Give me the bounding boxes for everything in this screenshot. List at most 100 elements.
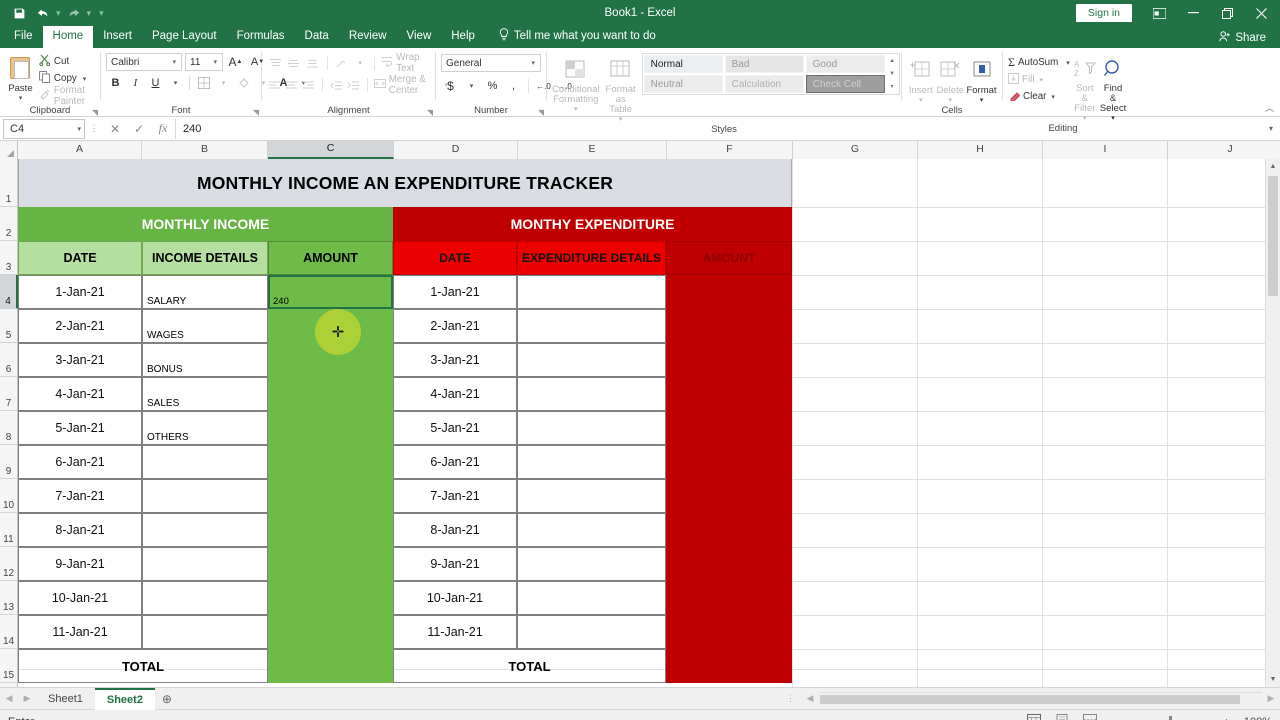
expenditure-header-amount[interactable]: AMOUNT <box>666 241 792 275</box>
expenditure-amount-cell[interactable] <box>666 547 792 581</box>
expenditure-date-cell[interactable]: 8-Jan-21 <box>393 513 517 547</box>
styles-gallery-more-icon[interactable]: ▾ <box>886 81 899 94</box>
next-sheet-icon[interactable]: ▶ <box>18 693 36 704</box>
tab-data[interactable]: Data <box>295 26 339 48</box>
income-amount-cell[interactable] <box>268 479 393 513</box>
font-size-dropdown-icon[interactable]: ▾ <box>210 58 220 66</box>
ribbon-display-options-icon[interactable] <box>1142 0 1176 26</box>
income-header-date[interactable]: DATE <box>18 241 142 275</box>
income-date-cell[interactable]: 9-Jan-21 <box>18 547 142 581</box>
copy-dropdown-icon[interactable]: ▾ <box>83 75 87 83</box>
income-detail-cell[interactable]: WAGES <box>142 309 268 343</box>
expenditure-date-cell[interactable]: 9-Jan-21 <box>393 547 517 581</box>
wrap-text-button[interactable]: Wrap Text <box>381 52 432 74</box>
share-button[interactable]: Share <box>1219 31 1280 48</box>
income-amount-cell[interactable] <box>268 547 393 581</box>
customize-qat-icon[interactable]: ▾ <box>93 8 104 19</box>
expenditure-detail-cell[interactable] <box>517 513 666 547</box>
collapse-ribbon-icon[interactable]: ︿ <box>1265 101 1274 114</box>
expenditure-date-cell[interactable]: 2-Jan-21 <box>393 309 517 343</box>
income-amount-cell[interactable] <box>268 309 393 343</box>
expenditure-detail-cell[interactable] <box>517 343 666 377</box>
currency-icon[interactable]: $ <box>441 77 460 95</box>
previous-sheet-icon[interactable]: ◀ <box>0 693 18 704</box>
delete-cells-button[interactable]: Delete ▾ <box>937 53 965 104</box>
horizontal-scrollbar[interactable] <box>819 692 1262 705</box>
income-detail-cell[interactable] <box>142 615 268 649</box>
cell-style-check-cell[interactable]: Check Cell <box>805 75 885 93</box>
font-name-input[interactable]: Calibri ▾ <box>106 53 182 71</box>
align-top-icon[interactable] <box>267 54 284 72</box>
format-painter-button[interactable]: Format Painter <box>39 85 95 107</box>
income-amount-cell[interactable] <box>268 615 393 649</box>
formula-bar-grip[interactable]: ⋮ <box>85 123 103 134</box>
cell-area[interactable]: MONTHLY INCOME AN EXPENDITURE TRACKER MO… <box>18 159 1280 687</box>
clear-dropdown-icon[interactable]: ▾ <box>1051 93 1055 101</box>
number-format-dropdown-icon[interactable]: ▾ <box>528 59 538 67</box>
row-header-6[interactable]: 6 <box>0 343 17 377</box>
income-date-cell[interactable]: 1-Jan-21 <box>18 275 142 309</box>
zoom-thumb[interactable] <box>1168 716 1172 720</box>
tab-home[interactable]: Home <box>42 26 94 48</box>
income-amount-cell[interactable] <box>268 377 393 411</box>
name-box-dropdown-icon[interactable]: ▾ <box>77 125 81 133</box>
row-header-15[interactable]: 15 <box>0 649 17 683</box>
income-band-header[interactable]: MONTHLY INCOME <box>18 207 393 241</box>
income-detail-cell[interactable]: SALARY <box>142 275 268 309</box>
income-detail-cell[interactable] <box>142 581 268 615</box>
expenditure-amount-cell[interactable] <box>666 615 792 649</box>
income-detail-cell[interactable]: BONUS <box>142 343 268 377</box>
add-sheet-icon[interactable]: ⊕ <box>155 692 179 706</box>
income-amount-cell[interactable] <box>268 513 393 547</box>
tab-view[interactable]: View <box>397 26 442 48</box>
row-header-11[interactable]: 11 <box>0 513 17 547</box>
font-dialog-launcher[interactable]: ◥ <box>253 108 259 117</box>
zoom-slider[interactable]: − + <box>1112 715 1230 720</box>
fill-color-icon[interactable] <box>234 74 253 92</box>
cell-style-neutral[interactable]: Neutral <box>643 75 723 93</box>
column-header-f[interactable]: F <box>667 141 793 159</box>
number-dialog-launcher[interactable]: ◥ <box>538 108 544 117</box>
expenditure-total-amount[interactable] <box>666 649 792 683</box>
cell-style-normal[interactable]: Normal <box>643 55 723 73</box>
expenditure-total-label[interactable]: TOTAL <box>393 649 666 683</box>
zoom-in-icon[interactable]: + <box>1223 715 1230 720</box>
expenditure-date-cell[interactable]: 5-Jan-21 <box>393 411 517 445</box>
redo-dropdown-icon[interactable]: ▾ <box>87 8 92 19</box>
income-amount-cell[interactable] <box>268 411 393 445</box>
confirm-entry-icon[interactable]: ✓ <box>127 122 151 136</box>
minimize-icon[interactable] <box>1176 0 1210 26</box>
row-header-2[interactable]: 2 <box>0 207 17 241</box>
column-header-a[interactable]: A <box>18 141 142 159</box>
expenditure-amount-cell[interactable] <box>666 581 792 615</box>
column-header-b[interactable]: B <box>142 141 268 159</box>
column-header-i[interactable]: I <box>1043 141 1168 159</box>
conditional-formatting-dropdown-icon[interactable]: ▾ <box>574 105 578 113</box>
row-header-4[interactable]: 4 <box>0 275 18 309</box>
column-header-d[interactable]: D <box>394 141 518 159</box>
find-select-dropdown-icon[interactable]: ▾ <box>1111 114 1115 122</box>
tab-file[interactable]: File <box>4 26 43 48</box>
comma-style-icon[interactable]: , <box>504 77 523 95</box>
align-bottom-icon[interactable] <box>304 54 321 72</box>
horizontal-scroll-thumb[interactable] <box>820 695 1240 704</box>
insert-function-icon[interactable]: fx <box>151 121 175 136</box>
save-icon[interactable] <box>8 3 30 23</box>
income-detail-cell[interactable] <box>142 445 268 479</box>
sheet-tab-sheet2[interactable]: Sheet2 <box>94 687 155 710</box>
vertical-scrollbar[interactable]: ▲ ▼ <box>1265 159 1280 687</box>
tab-formulas[interactable]: Formulas <box>227 26 295 48</box>
conditional-formatting-button[interactable]: Conditional Formatting ▾ <box>552 53 600 113</box>
income-date-cell[interactable]: 5-Jan-21 <box>18 411 142 445</box>
scroll-up-icon[interactable]: ▲ <box>1266 159 1280 174</box>
find-select-button[interactable]: Find & Select ▾ <box>1100 52 1126 122</box>
expenditure-date-cell[interactable]: 11-Jan-21 <box>393 615 517 649</box>
number-format-select[interactable]: General ▾ <box>441 54 541 72</box>
clear-button[interactable]: Clear ▾ <box>1008 88 1070 105</box>
undo-icon[interactable] <box>32 3 54 23</box>
percent-icon[interactable]: % <box>483 77 502 95</box>
row-header-10[interactable]: 10 <box>0 479 17 513</box>
currency-dropdown-icon[interactable]: ▾ <box>462 77 481 95</box>
format-as-table-button[interactable]: Format as Table ▾ <box>606 53 636 123</box>
orientation-icon[interactable] <box>333 54 350 72</box>
